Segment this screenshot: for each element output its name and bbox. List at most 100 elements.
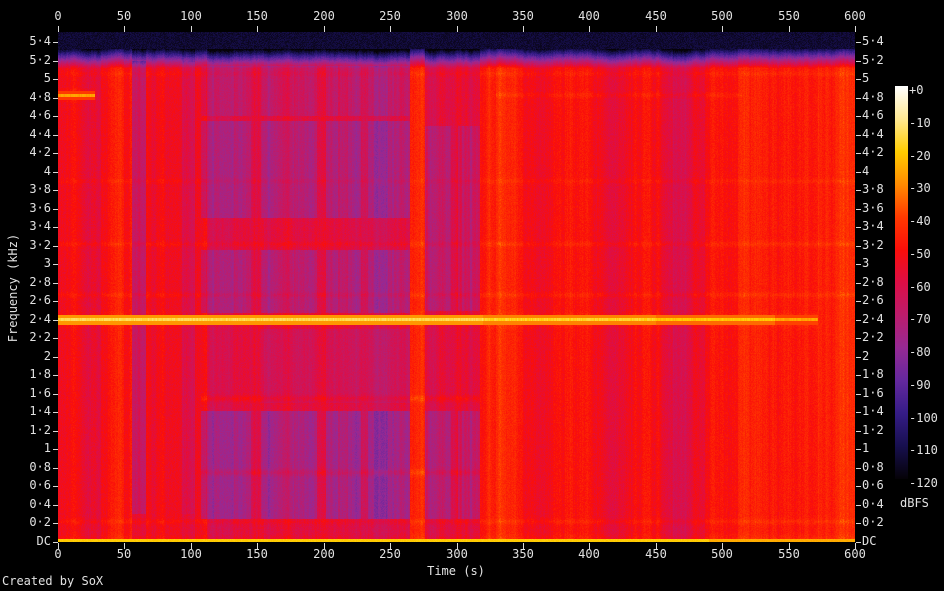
- y-tick-mark: [856, 61, 861, 62]
- y-tick-label: DC: [862, 535, 876, 548]
- x-tick-label: 0: [28, 548, 88, 561]
- x-tick-mark: [589, 26, 590, 32]
- y-tick-mark: [856, 172, 861, 173]
- x-tick-mark: [457, 26, 458, 32]
- x-tick-label: 600: [825, 10, 885, 23]
- x-tick-mark: [324, 26, 325, 32]
- colorbar-tick-label: -30: [909, 182, 931, 195]
- y-tick-label: 4·2: [862, 146, 884, 159]
- y-tick-label: 1·6: [862, 387, 884, 400]
- x-tick-mark: [191, 26, 192, 32]
- x-tick-mark: [789, 26, 790, 32]
- colorbar-tick-label: -40: [909, 215, 931, 228]
- y-tick-label: 5: [0, 72, 51, 85]
- y-tick-mark: [53, 61, 58, 62]
- y-tick-label: 1·4: [0, 405, 51, 418]
- y-tick-mark: [856, 357, 861, 358]
- y-tick-label: 0·4: [0, 498, 51, 511]
- y-tick-mark: [856, 135, 861, 136]
- y-tick-mark: [856, 412, 861, 413]
- y-tick-label: 3: [862, 257, 869, 270]
- colorbar-tick-label: -120: [909, 477, 938, 490]
- y-tick-mark: [53, 246, 58, 247]
- y-tick-label: 0·8: [862, 461, 884, 474]
- x-tick-label: 450: [626, 10, 686, 23]
- y-tick-label: 5·4: [0, 35, 51, 48]
- x-tick-label: 400: [559, 10, 619, 23]
- y-tick-mark: [856, 338, 861, 339]
- y-tick-mark: [856, 42, 861, 43]
- x-tick-label: 0: [28, 10, 88, 23]
- colorbar-tick-label: -10: [909, 117, 931, 130]
- x-tick-mark: [58, 26, 59, 32]
- y-tick-mark: [53, 264, 58, 265]
- y-tick-mark: [53, 301, 58, 302]
- y-tick-label: 3·2: [862, 239, 884, 252]
- y-tick-mark: [856, 190, 861, 191]
- y-tick-label: 2·4: [862, 313, 884, 326]
- colorbar-unit: dBFS: [900, 497, 929, 510]
- y-tick-mark: [856, 301, 861, 302]
- y-tick-label: 0·2: [862, 516, 884, 529]
- y-tick-mark: [53, 135, 58, 136]
- sox-spectrogram-window: 050100150200250300350400450500550600 050…: [0, 0, 944, 591]
- y-tick-mark: [53, 116, 58, 117]
- x-tick-label: 300: [427, 548, 487, 561]
- y-tick-mark: [856, 449, 861, 450]
- x-tick-mark: [656, 26, 657, 32]
- y-tick-mark: [856, 431, 861, 432]
- y-tick-mark: [856, 264, 861, 265]
- y-tick-label: 4·4: [862, 128, 884, 141]
- y-tick-label: 2·8: [862, 276, 884, 289]
- x-tick-label: 500: [692, 10, 752, 23]
- y-tick-label: 1·8: [0, 368, 51, 381]
- y-tick-label: 3·8: [0, 183, 51, 196]
- y-tick-mark: [53, 431, 58, 432]
- y-tick-mark: [53, 486, 58, 487]
- y-tick-label: 1: [0, 442, 51, 455]
- y-tick-label: 2: [862, 350, 869, 363]
- colorbar-tick-label: -60: [909, 281, 931, 294]
- y-tick-label: 4·6: [862, 109, 884, 122]
- x-tick-label: 100: [161, 10, 221, 23]
- y-tick-mark: [53, 98, 58, 99]
- y-tick-label: 4·8: [862, 91, 884, 104]
- colorbar-tick-label: -80: [909, 346, 931, 359]
- x-tick-label: 100: [161, 548, 221, 561]
- footer-credit: Created by SoX: [2, 575, 103, 588]
- y-tick-mark: [53, 42, 58, 43]
- y-tick-label: 1·4: [862, 405, 884, 418]
- y-tick-mark: [53, 209, 58, 210]
- y-tick-label: 4·6: [0, 109, 51, 122]
- colorbar-tick-label: -20: [909, 150, 931, 163]
- y-tick-mark: [856, 227, 861, 228]
- y-tick-label: 4·2: [0, 146, 51, 159]
- y-tick-mark: [53, 320, 58, 321]
- y-tick-label: 1·2: [862, 424, 884, 437]
- x-tick-label: 200: [294, 548, 354, 561]
- y-tick-mark: [856, 153, 861, 154]
- y-tick-label: 3·6: [862, 202, 884, 215]
- y-tick-mark: [53, 79, 58, 80]
- y-axis-title: Frequency (kHz): [7, 222, 21, 354]
- x-tick-label: 450: [626, 548, 686, 561]
- y-tick-mark: [856, 468, 861, 469]
- y-tick-mark: [53, 505, 58, 506]
- x-tick-label: 350: [493, 548, 553, 561]
- y-tick-label: 4: [862, 165, 869, 178]
- y-tick-mark: [856, 375, 861, 376]
- y-tick-label: 4·8: [0, 91, 51, 104]
- y-tick-mark: [856, 209, 861, 210]
- y-tick-label: 1: [862, 442, 869, 455]
- y-tick-mark: [856, 116, 861, 117]
- y-tick-label: 0·4: [862, 498, 884, 511]
- y-tick-mark: [53, 172, 58, 173]
- y-tick-mark: [856, 320, 861, 321]
- colorbar-tick-label: -70: [909, 313, 931, 326]
- y-tick-label: 0·2: [0, 516, 51, 529]
- y-tick-label: 2·6: [862, 294, 884, 307]
- colorbar-tick-label: -100: [909, 412, 938, 425]
- x-tick-label: 550: [759, 548, 819, 561]
- x-tick-mark: [855, 26, 856, 32]
- y-tick-label: 0·6: [862, 479, 884, 492]
